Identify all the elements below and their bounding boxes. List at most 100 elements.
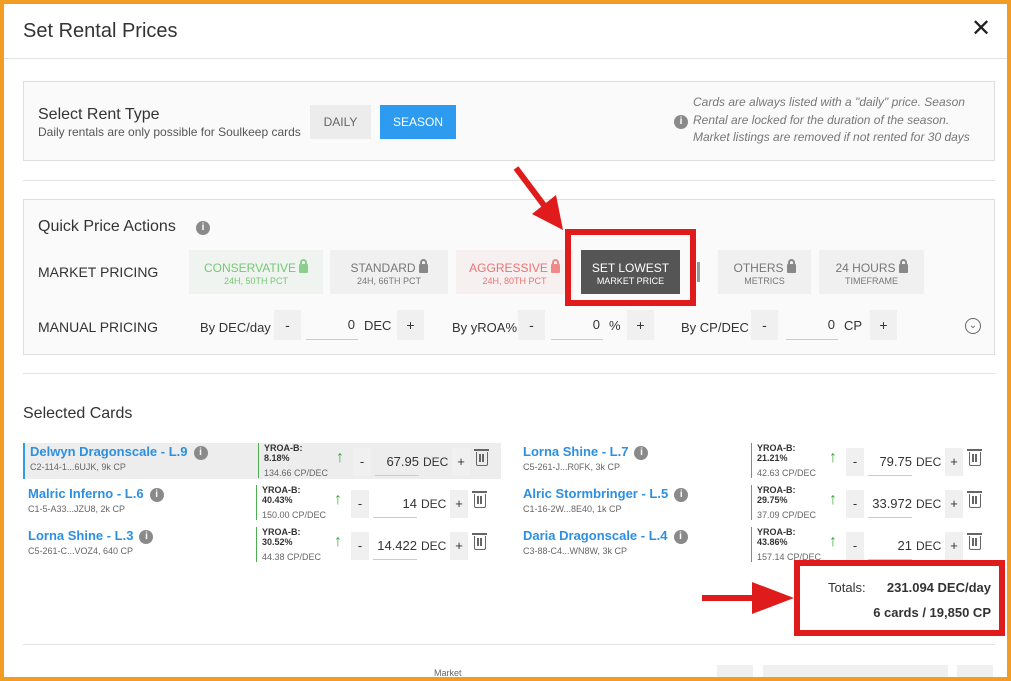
cp-per-dec: 150.00 CP/DEC [262,510,327,520]
unit-label: CP [844,318,863,333]
decrement-button[interactable]: - [353,448,371,476]
unit-label: % [609,318,621,333]
card-row[interactable]: Lorna Shine - L.7 i C5-261-J...R0FK, 3k C… [518,443,996,479]
cp-per-dec: 37.09 CP/DEC [757,510,817,520]
card-row[interactable]: Delwyn Dragonscale - L.9 i C2-114-1...6UJ… [23,443,501,479]
timeframe-button[interactable]: 24 HOURS TIMEFRAME [819,250,924,294]
decrement-button[interactable]: - [351,490,369,518]
price-input[interactable]: 79.75 [868,448,912,476]
decrement-button[interactable]: - [351,532,369,560]
card-name[interactable]: Malric Inferno - L.6 [28,486,144,501]
price-input[interactable]: 33.972 [868,490,912,518]
others-button[interactable]: OTHERS METRICS [718,250,811,294]
close-icon[interactable]: ✕ [969,17,993,42]
arrow-up-icon: ↑ [336,449,344,466]
standard-button[interactable]: STANDARD 24H, 66TH PCT [330,250,448,294]
increment-button[interactable]: + [945,532,963,560]
card-meta: C2-114-1...6UJK, 9k CP [30,462,126,472]
yroa-input[interactable] [551,310,603,340]
market-pricing-label: MARKET PRICING [38,264,159,280]
highlight-box [565,229,696,306]
yroa-value: YROA-B: 40.43% [262,485,301,505]
button-label: 24 HOURS [835,261,896,275]
conservative-button[interactable]: CONSERVATIVE 24H, 50TH PCT [189,250,323,294]
cp-per-dec-input[interactable] [786,310,838,340]
trash-icon[interactable] [967,449,982,466]
rent-type-panel: Select Rent Type Daily rentals are only … [23,81,995,161]
card-name[interactable]: Daria Dragonscale - L.4 [523,528,668,543]
decrement-button[interactable]: - [846,532,864,560]
increment-button[interactable]: + [450,490,468,518]
increment-button[interactable]: + [627,310,654,340]
card-row[interactable]: Alric Stormbringer - L.5 i C1-16-2W...8E4… [518,485,996,521]
cp-per-dec: 42.63 CP/DEC [757,468,817,478]
aggressive-button[interactable]: AGGRESSIVE 24H, 80TH PCT [456,250,573,294]
button-label: AGGRESSIVE [469,261,548,275]
trash-icon[interactable] [967,491,982,508]
decrement-button[interactable]: - [846,448,864,476]
card-row[interactable]: Lorna Shine - L.3 i C5-261-C...VOZ4, 640 … [23,527,501,563]
info-icon[interactable]: i [674,488,689,502]
annotation-arrow-icon [513,166,563,230]
decrement-button[interactable]: - [846,490,864,518]
increment-button[interactable]: + [452,448,470,476]
info-icon[interactable]: i [196,221,210,235]
button-sublabel: 24H, 50TH PCT [223,276,289,286]
chevron-down-icon[interactable]: ⌄ [965,318,981,334]
arrow-up-icon: ↑ [829,449,837,466]
card-row[interactable]: Malric Inferno - L.6 i C1-5-A33...JZU8, 2… [23,485,501,521]
yroa-value: YROA-B: 43.86% [757,527,796,547]
unit-label: DEC [364,318,392,333]
button-label: OTHERS [733,261,784,275]
trash-icon[interactable] [472,491,487,508]
decrement-button[interactable]: - [274,310,301,340]
info-icon[interactable]: i [149,488,164,502]
increment-button[interactable]: + [945,490,963,518]
market-label: Market [434,668,462,677]
trash-icon[interactable] [967,533,982,550]
increment-button[interactable]: + [450,532,468,560]
info-icon[interactable]: i [634,446,649,460]
increment-button[interactable]: + [397,310,424,340]
rent-type-note: Cards are always listed with a "daily" p… [693,95,970,144]
dec-per-day-input[interactable] [306,310,358,340]
unit-label: DEC [421,497,447,511]
price-input[interactable]: 14.422 [373,532,417,560]
card-name[interactable]: Delwyn Dragonscale - L.9 [30,444,188,459]
card-row[interactable]: Daria Dragonscale - L.4 i C3-88-C4...WN8W… [518,527,996,563]
increment-button[interactable]: + [870,310,897,340]
button-sublabel: METRICS [744,276,785,286]
card-meta: C1-5-A33...JZU8, 2k CP [28,504,126,514]
price-input[interactable]: 21 [868,532,912,560]
card-meta: C5-261-C...VOZ4, 640 CP [28,546,134,556]
divider [23,644,995,645]
increment-button[interactable]: + [945,448,963,476]
totals-cards: 6 cards / 19,850 CP [873,605,991,620]
info-icon[interactable]: i [139,530,154,544]
price-input[interactable]: 14 [373,490,417,518]
footer-control[interactable] [957,665,993,677]
info-icon[interactable]: i [673,530,688,544]
trash-icon[interactable] [472,533,487,550]
price-input[interactable]: 67.95 [375,448,419,476]
unit-label: DEC [421,539,447,553]
card-name[interactable]: Lorna Shine - L.3 [28,528,133,543]
season-button[interactable]: SEASON [380,105,456,139]
footer-control[interactable] [717,665,753,677]
yroa-value: YROA-B: 8.18% [264,443,303,463]
unit-label: DEC [916,539,942,553]
card-meta: C1-16-2W...8E40, 1k CP [523,504,622,514]
card-name[interactable]: Alric Stormbringer - L.5 [523,486,668,501]
trash-icon[interactable] [474,449,489,466]
unit-label: DEC [916,455,942,469]
annotation-arrow-icon [702,582,794,614]
info-icon[interactable]: i [193,446,208,460]
card-name[interactable]: Lorna Shine - L.7 [523,444,628,459]
button-label: CONSERVATIVE [203,261,297,275]
decrement-button[interactable]: - [751,310,778,340]
totals-label: Totals: [828,580,866,595]
daily-button[interactable]: DAILY [310,105,371,139]
decrement-button[interactable]: - [518,310,545,340]
footer-control[interactable] [763,665,948,677]
rent-type-title: Select Rent Type [38,106,160,123]
